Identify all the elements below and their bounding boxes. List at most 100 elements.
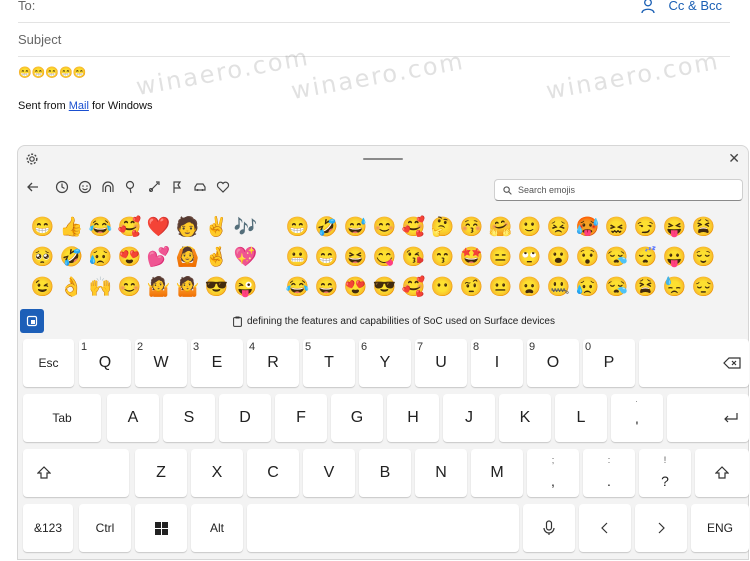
recent-emoji[interactable]: 🤞 <box>202 242 231 272</box>
person-icon[interactable] <box>640 0 655 14</box>
symbols-key[interactable]: &123 <box>23 504 73 552</box>
all-emoji[interactable]: 🙂 <box>515 212 544 242</box>
key-g[interactable]: G <box>331 394 383 442</box>
key-comma[interactable]: ;, <box>527 449 579 497</box>
clipboard-suggestion[interactable]: defining the features and capabilities o… <box>233 316 555 327</box>
all-emoji[interactable]: 😁 <box>312 242 341 272</box>
drag-handle[interactable] <box>363 158 403 160</box>
to-field[interactable]: To: Cc & Bcc <box>18 0 730 23</box>
enter-key[interactable] <box>667 394 749 442</box>
all-emoji[interactable]: 😁 <box>283 212 312 242</box>
all-emoji[interactable]: 🤔 <box>428 212 457 242</box>
people-icon[interactable] <box>101 180 115 194</box>
recent-emoji[interactable]: ✌️ <box>202 212 231 242</box>
key-period[interactable]: :. <box>583 449 635 497</box>
recent-emoji[interactable]: 😥 <box>86 242 115 272</box>
key-v[interactable]: V <box>303 449 355 497</box>
all-emoji[interactable]: 🤣 <box>312 212 341 242</box>
dictation-key[interactable] <box>523 504 575 552</box>
recent-icon[interactable] <box>55 180 69 194</box>
all-emoji[interactable]: 😣 <box>544 212 573 242</box>
key-s[interactable]: S <box>163 394 215 442</box>
all-emoji[interactable]: 😔 <box>689 272 718 302</box>
all-emoji[interactable]: 😐 <box>486 272 515 302</box>
key-h[interactable]: H <box>387 394 439 442</box>
key-b[interactable]: B <box>359 449 411 497</box>
shift-key-left[interactable] <box>23 449 129 497</box>
key-w[interactable]: W2 <box>135 339 187 387</box>
heart-icon[interactable] <box>216 180 230 194</box>
alt-key[interactable]: Alt <box>191 504 243 552</box>
shift-key-right[interactable] <box>695 449 749 497</box>
all-emoji[interactable]: 😎 <box>370 272 399 302</box>
recent-emoji[interactable]: 💖 <box>231 242 260 272</box>
food-icon[interactable] <box>147 180 161 194</box>
signature[interactable]: Sent from Mail for Windows <box>18 100 153 112</box>
recent-emoji[interactable]: 🤷 <box>173 272 202 302</box>
key-i[interactable]: I8 <box>471 339 523 387</box>
left-arrow-key[interactable] <box>579 504 631 552</box>
key-k[interactable]: K <box>499 394 551 442</box>
recent-emoji[interactable]: ❤️ <box>144 212 173 242</box>
key-c[interactable]: C <box>247 449 299 497</box>
all-emoji[interactable]: 😚 <box>457 212 486 242</box>
key-e[interactable]: E3 <box>191 339 243 387</box>
all-emoji[interactable]: 🤐 <box>544 272 573 302</box>
all-emoji[interactable]: 😦 <box>515 272 544 302</box>
cc-bcc-link[interactable]: Cc & Bcc <box>669 0 722 18</box>
key-question[interactable]: !? <box>639 449 691 497</box>
all-emoji[interactable]: 😫 <box>631 272 660 302</box>
flag-icon[interactable] <box>170 180 184 194</box>
close-icon[interactable]: ✕ <box>728 150 740 167</box>
all-emoji[interactable]: 🙄 <box>515 242 544 272</box>
all-emoji[interactable]: 😅 <box>341 212 370 242</box>
all-emoji[interactable]: 😯 <box>573 242 602 272</box>
all-emoji[interactable]: 😖 <box>602 212 631 242</box>
all-emoji[interactable]: 🥰 <box>399 212 428 242</box>
recent-emoji[interactable]: 🤷 <box>144 272 173 302</box>
all-emoji[interactable]: 😪 <box>602 242 631 272</box>
recent-emoji[interactable]: 🤣 <box>57 242 86 272</box>
key-m[interactable]: M <box>471 449 523 497</box>
tab-key[interactable]: Tab <box>23 394 101 442</box>
windows-key[interactable] <box>135 504 187 552</box>
recent-emoji[interactable]: 🎶 <box>231 212 260 242</box>
all-emoji[interactable]: 😴 <box>631 242 660 272</box>
recent-emoji[interactable]: 🥺 <box>28 242 57 272</box>
all-emoji[interactable]: 😪 <box>602 272 631 302</box>
clipboard-button[interactable] <box>20 309 44 333</box>
all-emoji[interactable]: 😑 <box>486 242 515 272</box>
all-emoji[interactable]: 😙 <box>428 242 457 272</box>
all-emoji[interactable]: 😄 <box>312 272 341 302</box>
recent-emoji[interactable]: 😂 <box>86 212 115 242</box>
recent-emoji[interactable]: 😁 <box>28 212 57 242</box>
key-n[interactable]: N <box>415 449 467 497</box>
recent-emoji[interactable]: 😊 <box>115 272 144 302</box>
recent-emoji[interactable]: 🧑 <box>173 212 202 242</box>
recent-emoji[interactable]: 👌 <box>57 272 86 302</box>
key-z[interactable]: Z <box>135 449 187 497</box>
key-d[interactable]: D <box>219 394 271 442</box>
gear-icon[interactable] <box>25 152 39 166</box>
key-l[interactable]: L <box>555 394 607 442</box>
key-o[interactable]: O9 <box>527 339 579 387</box>
recent-emoji[interactable]: 🙆 <box>173 242 202 272</box>
all-emoji[interactable]: 😂 <box>283 272 312 302</box>
key-p[interactable]: P0 <box>583 339 635 387</box>
smiley-icon[interactable] <box>78 180 92 194</box>
all-emoji[interactable]: 🥵 <box>573 212 602 242</box>
key-x[interactable]: X <box>191 449 243 497</box>
key-t[interactable]: T5 <box>303 339 355 387</box>
all-emoji[interactable]: 😆 <box>341 242 370 272</box>
language-key[interactable]: ENG <box>691 504 749 552</box>
car-icon[interactable] <box>193 180 207 194</box>
all-emoji[interactable]: 🥰 <box>399 272 428 302</box>
esc-key[interactable]: Esc <box>23 339 74 387</box>
all-emoji[interactable]: 😍 <box>341 272 370 302</box>
all-emoji[interactable]: 🤨 <box>457 272 486 302</box>
key-r[interactable]: R4 <box>247 339 299 387</box>
backspace-key[interactable] <box>639 339 749 387</box>
recent-emoji[interactable]: 🙌 <box>86 272 115 302</box>
right-arrow-key[interactable] <box>635 504 687 552</box>
all-emoji[interactable]: 😊 <box>370 212 399 242</box>
